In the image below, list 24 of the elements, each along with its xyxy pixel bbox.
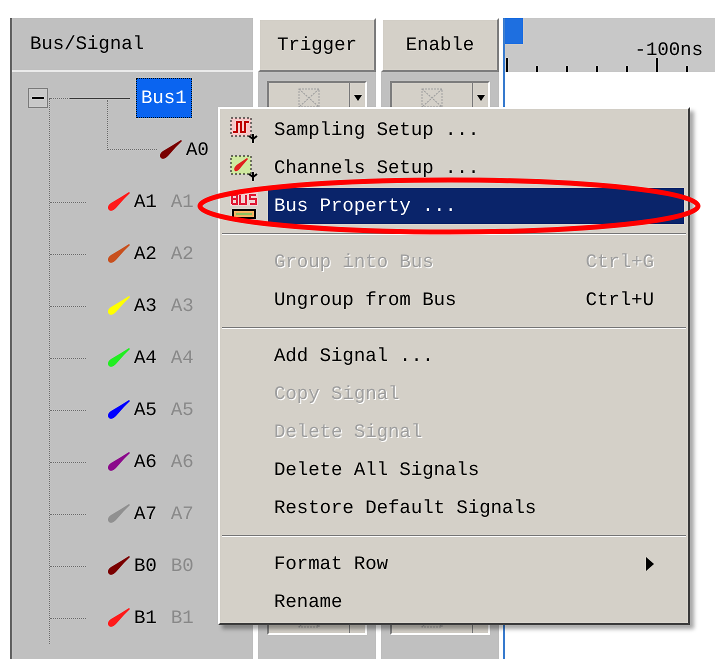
signal-name[interactable]: B0 [134, 552, 157, 580]
signal-name[interactable]: B1 [134, 604, 157, 632]
bus-label[interactable]: Bus1 [136, 78, 192, 118]
ruler-label: -100ns [634, 38, 703, 63]
menu-item[interactable]: Bus Property ... [268, 188, 684, 224]
column-header[interactable]: Trigger [258, 18, 376, 72]
menu-item[interactable]: Add Signal ... [268, 338, 684, 374]
column-header: Bus/Signal [30, 32, 144, 57]
signal-name[interactable]: A1 [134, 188, 157, 216]
signal-name[interactable]: A3 [134, 292, 157, 320]
signal-name[interactable]: A0 [186, 136, 209, 164]
signal-name[interactable]: A6 [134, 448, 157, 476]
column-header[interactable]: Enable [381, 18, 499, 72]
menu-item[interactable]: Rename [268, 584, 684, 620]
menu-item[interactable]: Sampling Setup ... [268, 112, 684, 148]
signal-name[interactable]: A2 [134, 240, 157, 268]
signal-name[interactable]: A5 [134, 396, 157, 424]
menu-item[interactable]: Format Row [268, 546, 684, 582]
signal-name[interactable]: A7 [134, 500, 157, 528]
menu-item[interactable]: Ungroup from Bus Ctrl+U [268, 282, 684, 318]
menu-item[interactable]: Restore Default Signals [268, 490, 684, 526]
menu-item[interactable]: Channels Setup ... [268, 150, 684, 186]
menu-item[interactable]: Delete All Signals [268, 452, 684, 488]
signal-name[interactable]: A4 [134, 344, 157, 372]
